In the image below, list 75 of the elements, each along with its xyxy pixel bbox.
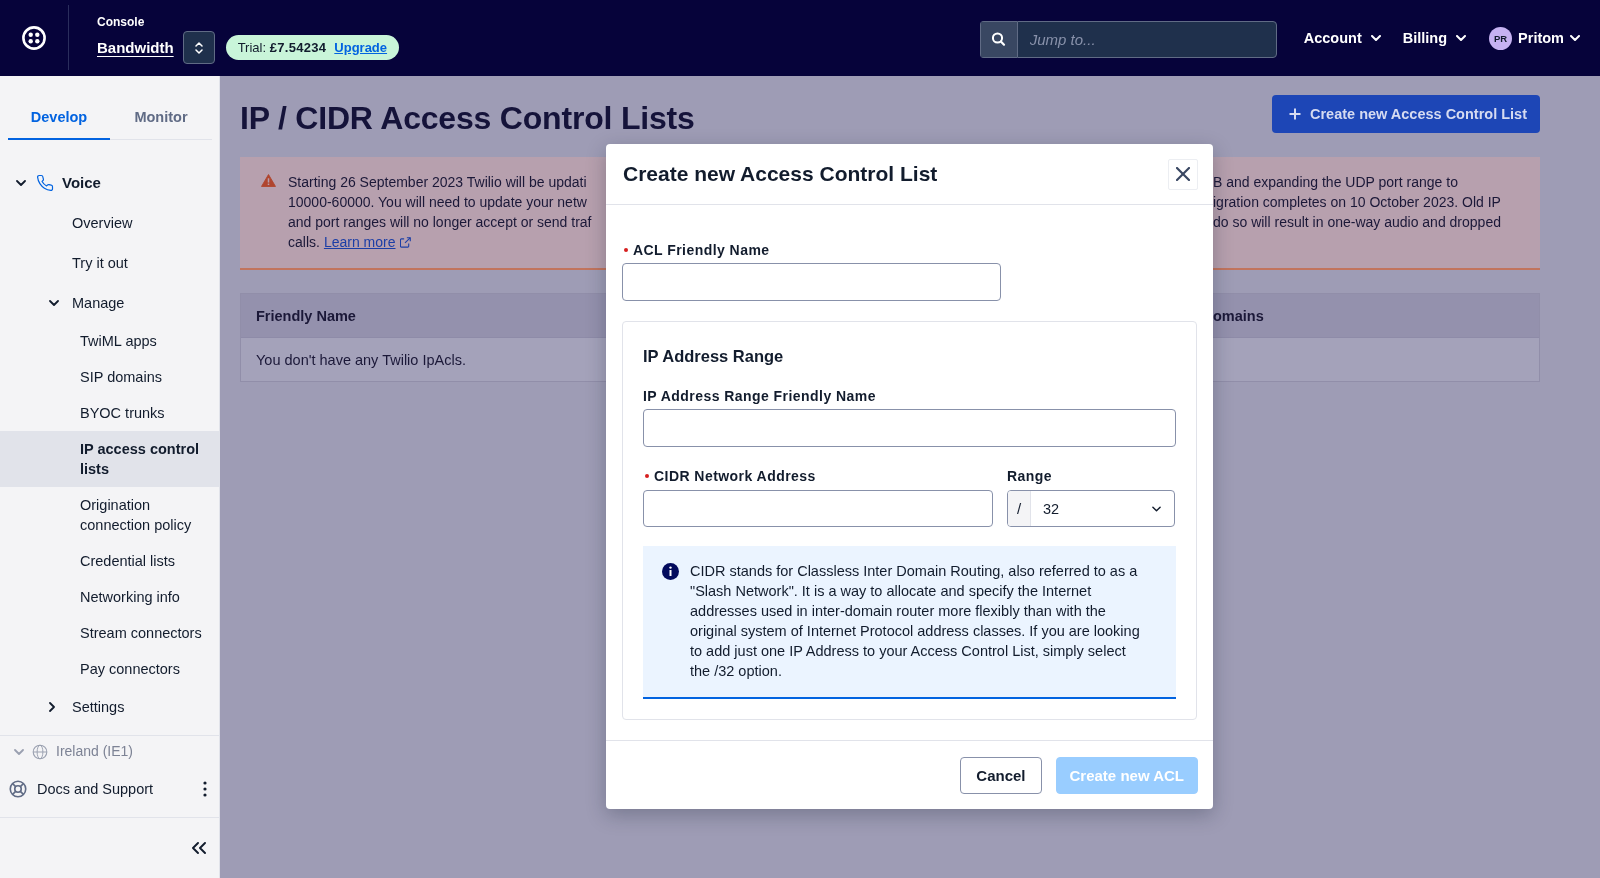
phone-icon: [36, 174, 54, 192]
nav-item[interactable]: TwiML apps: [0, 323, 219, 359]
field-label: Range: [1007, 467, 1053, 486]
chevron-right-icon[interactable]: [49, 702, 55, 712]
page-title: IP / CIDR Access Control Lists: [240, 99, 695, 138]
docs-support-item[interactable]: Docs and Support: [9, 780, 203, 798]
globe-icon: [32, 743, 48, 760]
dialog-title: Create new Access Control List: [623, 161, 938, 187]
acl-name-field[interactable]: [622, 263, 1001, 301]
kebab-menu-icon[interactable]: [203, 781, 207, 797]
account-menu-button[interactable]: Account: [1303, 27, 1381, 49]
empty-message: You don't have any Twilio IpAcls.: [256, 351, 466, 368]
info-text: CIDR stands for Classless Inter Domain Routing, also referred to as a "Slash Network". It is a way to allocate and specify the Internet addresses used in inter-domain router more flexibly than with the original system of Internet Protocol address classes. If you are looking to add just one IP Address to your Access Control List, simply select the /32 option.: [690, 562, 1141, 681]
nav-item[interactable]: SIP domains: [0, 359, 219, 395]
nav-item[interactable]: Try it out: [0, 243, 219, 283]
nav-item[interactable]: IP access control lists: [0, 431, 219, 487]
banner-text: B and expanding the UDP port range to: [1213, 173, 1459, 192]
project-link[interactable]: Bandwidth: [97, 38, 174, 58]
banner-text: do so will result in one-way audio and dropped: [1213, 213, 1502, 232]
nav-item[interactable]: Settings: [0, 687, 219, 727]
banner-text: calls.: [288, 233, 320, 252]
banner-text: igration completes on 10 October 2023. Old IP: [1213, 193, 1502, 212]
logo-icon[interactable]: [22, 25, 46, 50]
close-button[interactable]: [1168, 158, 1198, 190]
external-link-icon: [399, 236, 411, 248]
search-field[interactable]: Jump to...: [1016, 21, 1277, 58]
nav-item[interactable]: Networking info: [0, 579, 219, 615]
range-prefix: /: [1008, 491, 1031, 526]
sidebar-tab[interactable]: Develop: [8, 76, 110, 140]
field-label: ACL Friendly Name: [633, 241, 770, 260]
chevron-down-icon: [1370, 35, 1381, 41]
console-label: Console: [97, 14, 145, 30]
nav-item[interactable]: Manage: [0, 283, 219, 323]
field-label: IP Address Range Friendly Name: [643, 387, 876, 406]
chevron-updown-icon: [194, 41, 203, 54]
range-name-field[interactable]: [643, 409, 1176, 447]
info-icon: [662, 563, 679, 580]
nav-item[interactable]: BYOC trunks: [0, 395, 219, 431]
field-label: CIDR Network Address: [654, 467, 816, 486]
sidebar-tab[interactable]: Monitor: [110, 76, 212, 140]
user-avatar: PR: [1489, 26, 1513, 50]
chevron-down-icon: [1570, 35, 1580, 41]
nav-item[interactable]: Voice: [0, 163, 219, 203]
chevron-down-icon[interactable]: [16, 180, 26, 186]
chevron-down-icon[interactable]: [49, 300, 59, 306]
nav-item[interactable]: Stream connectors: [0, 615, 219, 651]
column-header: Friendly Name: [255, 307, 357, 324]
search-icon[interactable]: [979, 21, 1017, 58]
user-menu-button[interactable]: PR Pritom: [1489, 27, 1580, 49]
trial-balance: Trial: £7.54234: [237, 40, 327, 55]
section-title: IP Address Range: [643, 346, 785, 367]
banner-text: 10000-60000. You will need to update your netw: [288, 193, 588, 212]
project-switcher-button[interactable]: [182, 31, 215, 64]
lifebuoy-icon: [9, 780, 27, 798]
learn-more-link[interactable]: Learn more: [323, 232, 411, 252]
close-icon: [1176, 167, 1190, 181]
plus-icon: [1288, 108, 1301, 120]
range-select[interactable]: / 32: [1007, 490, 1175, 527]
cancel-button[interactable]: Cancel: [960, 757, 1042, 794]
nav-item[interactable]: Overview: [0, 203, 219, 243]
banner-text: Starting 26 September 2023 Twilio will be updati: [288, 173, 588, 192]
nav-item[interactable]: Origination connection policy: [0, 487, 219, 543]
cidr-address-field[interactable]: [643, 490, 993, 527]
warning-icon: [261, 174, 276, 187]
column-header: omains: [1213, 307, 1264, 324]
nav-item[interactable]: Credential lists: [0, 543, 219, 579]
chevron-down-icon: [1456, 35, 1467, 41]
upgrade-link[interactable]: Upgrade: [334, 40, 388, 55]
chevron-down-icon: [1152, 505, 1161, 512]
create-list-button[interactable]: Create new Access Control List: [1271, 95, 1540, 133]
banner-text: and port ranges will no longer accept or send traf: [288, 213, 593, 232]
billing-menu-button[interactable]: Billing: [1402, 27, 1467, 49]
region-label: Ireland (IE1): [56, 742, 134, 761]
nav-item[interactable]: Pay connectors: [0, 651, 219, 687]
double-chevron-left-icon[interactable]: [191, 842, 207, 854]
